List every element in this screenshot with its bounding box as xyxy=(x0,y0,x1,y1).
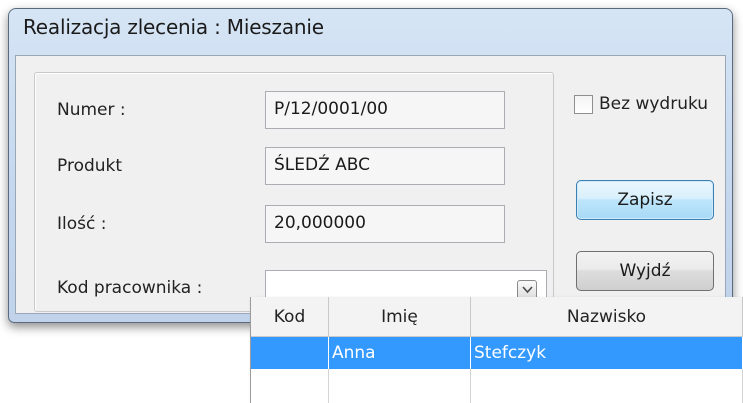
table-row[interactable]: Anna Stefczyk xyxy=(251,337,743,369)
zapisz-button[interactable]: Zapisz xyxy=(576,180,714,220)
ilosc-label: Ilość : xyxy=(57,214,107,234)
bez-wydruku-label: Bez wydruku xyxy=(599,94,709,114)
employee-dropdown-grid[interactable]: Kod Imię Nazwisko Anna Stefczyk xyxy=(250,297,743,403)
produkt-label: Produkt xyxy=(57,156,123,176)
wyjdz-button[interactable]: Wyjdź xyxy=(576,251,714,291)
column-header-kod[interactable]: Kod xyxy=(251,297,329,336)
window-title: Realizacja zlecenia : Mieszanie xyxy=(23,15,324,39)
cell-empty xyxy=(471,369,743,403)
column-header-imie[interactable]: Imię xyxy=(329,297,471,336)
cell-nazwisko: Stefczyk xyxy=(471,337,743,369)
cell-kod xyxy=(251,337,329,369)
form-groupbox: Numer : P/12/0001/00 Produkt ŚLEDŹ ABC I… xyxy=(34,72,554,312)
kod-pracownika-label: Kod pracownika : xyxy=(57,278,203,298)
cell-imie: Anna xyxy=(329,337,471,369)
dialog-client-area: Numer : P/12/0001/00 Produkt ŚLEDŹ ABC I… xyxy=(15,55,726,314)
table-row-empty[interactable] xyxy=(251,369,743,403)
dialog-window: Realizacja zlecenia : Mieszanie Numer : … xyxy=(8,8,733,323)
ilosc-field[interactable]: 20,000000 xyxy=(265,205,505,243)
bez-wydruku-option[interactable]: Bez wydruku xyxy=(574,94,708,114)
grid-header: Kod Imię Nazwisko xyxy=(251,297,743,337)
numer-field[interactable]: P/12/0001/00 xyxy=(265,91,505,129)
cell-empty xyxy=(329,369,471,403)
cell-empty xyxy=(251,369,329,403)
produkt-field[interactable]: ŚLEDŹ ABC xyxy=(265,147,505,185)
bez-wydruku-checkbox[interactable] xyxy=(574,94,593,114)
column-header-nazwisko[interactable]: Nazwisko xyxy=(471,297,743,336)
numer-label: Numer : xyxy=(57,100,126,120)
